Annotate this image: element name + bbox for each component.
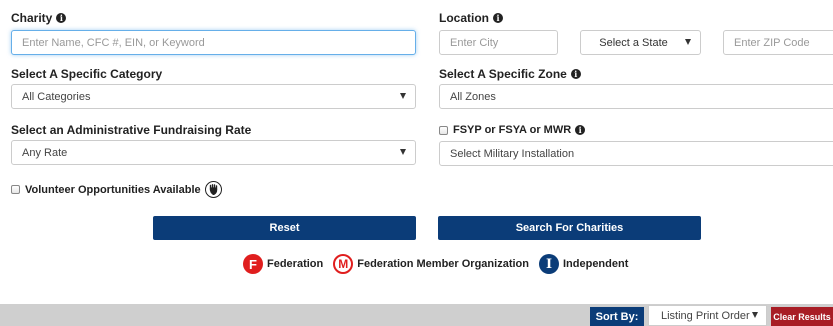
volunteer-checkbox-label: Volunteer Opportunities Available <box>25 183 201 196</box>
info-icon[interactable]: i <box>575 125 586 135</box>
city-input[interactable]: Enter City <box>439 30 558 55</box>
state-select-value: Select a State <box>599 36 668 49</box>
reset-button[interactable]: Reset <box>153 216 416 240</box>
rate-select-value: Any Rate <box>22 146 68 159</box>
hand-glyph <box>209 184 217 195</box>
clear-results-button[interactable]: Clear Results <box>771 307 833 326</box>
rate-select[interactable]: Any Rate <box>11 140 416 165</box>
caret-down-icon <box>400 149 406 155</box>
fsyp-checkbox-row: FSYP or FSYA or MWR i <box>439 124 586 136</box>
charity-search-placeholder: Enter Name, CFC #, EIN, or Keyword <box>22 36 205 49</box>
rate-label: Select an Administrative Fundraising Rat… <box>11 123 252 137</box>
search-button[interactable]: Search For Charities <box>438 216 701 240</box>
hand-icon <box>204 181 222 198</box>
zone-select-value: All Zones <box>450 90 496 103</box>
sort-select-value: Listing Print Order <box>661 309 750 322</box>
organization-type-legend: F Federation M Federation Member Organiz… <box>243 254 628 274</box>
location-label: Location i <box>439 11 503 25</box>
zip-placeholder: Enter ZIP Code <box>734 36 810 49</box>
zip-input[interactable]: Enter ZIP Code <box>723 30 833 55</box>
member-organization-icon: M <box>333 254 354 274</box>
category-select[interactable]: All Categories <box>11 84 416 109</box>
city-placeholder: Enter City <box>450 36 499 49</box>
military-installation-value: Select Military Installation <box>450 147 575 160</box>
caret-down-icon <box>685 39 691 45</box>
military-installation-select[interactable]: Select Military Installation <box>439 141 833 166</box>
state-select[interactable]: Select a State <box>580 30 701 55</box>
sort-select[interactable]: Listing Print Order <box>648 305 767 326</box>
charity-search-input[interactable]: Enter Name, CFC #, EIN, or Keyword <box>11 30 416 55</box>
info-icon[interactable]: i <box>570 69 581 79</box>
legend-federation-label: Federation <box>267 258 324 270</box>
independent-icon: I <box>538 254 559 274</box>
fsyp-checkbox-label: FSYP or FSYA or MWR <box>453 124 572 136</box>
legend-member-label: Federation Member Organization <box>357 258 529 270</box>
caret-down-icon <box>400 93 406 99</box>
sort-by-label: Sort By: <box>590 307 644 326</box>
volunteer-checkbox[interactable] <box>11 185 20 194</box>
legend-independent-label: Independent <box>562 258 629 270</box>
category-select-value: All Categories <box>22 90 91 103</box>
zone-select[interactable]: All Zones <box>439 84 833 109</box>
zone-label: Select A Specific Zone i <box>439 67 581 81</box>
info-icon[interactable]: i <box>493 13 503 23</box>
info-icon[interactable]: i <box>56 13 67 23</box>
volunteer-checkbox-row: Volunteer Opportunities Available <box>11 181 222 198</box>
federation-icon: F <box>243 254 263 274</box>
caret-down-icon <box>752 312 758 318</box>
fsyp-checkbox[interactable] <box>439 125 448 135</box>
charity-label: Charity i <box>11 11 67 25</box>
category-label: Select A Specific Category <box>11 67 163 81</box>
